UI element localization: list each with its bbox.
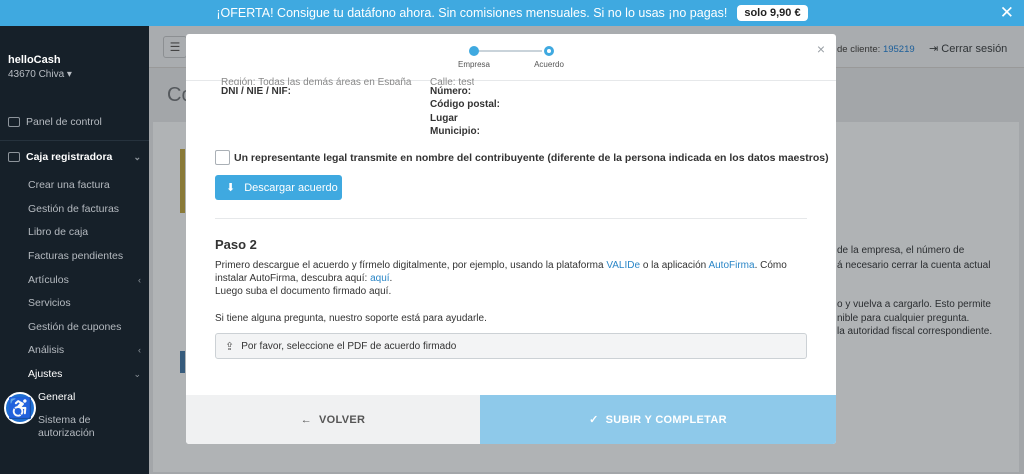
sidebar-item-label: Gestión de cupones xyxy=(28,321,122,333)
sidebar-item-articles[interactable]: Artículos ‹ xyxy=(0,271,149,289)
background-button-accent xyxy=(180,351,185,373)
step-dot-empresa[interactable] xyxy=(469,46,479,56)
background-text: nible para cualquier pregunta. xyxy=(837,313,970,324)
promo-text: ¡OFERTA! Consigue tu datáfono ahora. Sin… xyxy=(216,6,728,20)
location-selector[interactable]: 43670 Chiva ▾ xyxy=(8,69,72,80)
valide-link[interactable]: VALIDe xyxy=(606,260,640,271)
step-label-empresa: Empresa xyxy=(457,60,490,69)
legal-representative-checkbox[interactable] xyxy=(215,150,230,165)
download-icon: ⬇ xyxy=(226,182,236,194)
autofirma-link[interactable]: AutoFirma xyxy=(708,260,754,271)
street-field: Calle: test xyxy=(430,77,475,85)
step2-text: . Cómo xyxy=(754,260,787,271)
place-field: Lugar xyxy=(430,113,458,124)
sidebar-item-cash-register[interactable]: Caja registradora ⌄ xyxy=(0,148,149,166)
cash-register-icon xyxy=(8,152,20,162)
legal-representative-label: Un representante legal transmite en nomb… xyxy=(234,151,829,164)
logout-icon: ⇥ xyxy=(929,43,939,55)
sidebar-item-create-invoice[interactable]: Crear una factura xyxy=(0,176,149,194)
background-notice-accent xyxy=(180,149,185,213)
menu-icon[interactable]: ☰ xyxy=(163,36,187,58)
step2-text: instalar AutoFirma, descubra aquí: xyxy=(215,273,371,284)
stepper-line xyxy=(478,50,542,52)
modal-footer: ← VOLVER ✓ SUBIR Y COMPLETAR xyxy=(186,395,836,444)
sidebar-item-cash-book[interactable]: Libro de caja xyxy=(0,223,149,241)
support-text: Si tiene alguna pregunta, nuestro soport… xyxy=(215,313,487,324)
signed-pdf-file-input[interactable]: ⇪ Por favor, seleccione el PDF de acuerd… xyxy=(215,333,807,359)
stepper: Empresa Acuerdo xyxy=(186,34,836,81)
background-text: de la empresa, el número de xyxy=(837,245,965,256)
arrow-left-icon: ← xyxy=(300,413,313,426)
sidebar-item-coupons[interactable]: Gestión de cupones xyxy=(0,318,149,336)
step2-text: . xyxy=(389,273,393,284)
accessibility-icon[interactable]: ♿ xyxy=(4,392,36,424)
background-text: o y vuelva a cargarlo. Esto permite xyxy=(837,299,991,310)
chevron-left-icon: ‹ xyxy=(138,345,141,355)
dni-field: DNI / NIE / NIF: xyxy=(221,86,291,97)
sidebar-item-label: Gestión de facturas xyxy=(28,203,120,215)
step2-heading: Paso 2 xyxy=(215,237,257,252)
logout-label: Cerrar sesión xyxy=(941,43,1008,55)
submit-button-label: SUBIR Y COMPLETAR xyxy=(605,413,727,426)
back-button[interactable]: ← VOLVER xyxy=(186,395,480,444)
postal-code-field: Código postal: xyxy=(430,99,500,110)
sidebar-item-invoice-management[interactable]: Gestión de facturas xyxy=(0,200,149,218)
sidebar-item-label: Artículos xyxy=(28,274,69,286)
client-label: de cliente: xyxy=(837,44,881,55)
sidebar-divider xyxy=(0,140,149,141)
close-icon[interactable]: ✕ xyxy=(1000,3,1014,23)
sidebar-item-settings[interactable]: Ajustes ⌄ xyxy=(0,365,149,383)
sidebar-item-label: Servicios xyxy=(28,297,71,309)
chevron-down-icon: ⌄ xyxy=(133,368,141,379)
file-input-placeholder: Por favor, seleccione el PDF de acuerdo … xyxy=(241,340,457,352)
sidebar-item-services[interactable]: Servicios xyxy=(0,294,149,312)
sidebar-item-label: Facturas pendientes xyxy=(28,250,124,262)
step2-upload-instruction: Luego suba el documento firmado aquí. xyxy=(215,286,392,297)
number-field: Número: xyxy=(430,86,472,97)
background-text: á necesario cerrar la cuenta actual xyxy=(837,260,991,271)
step2-text: Primero descargue el acuerdo y fírmelo d… xyxy=(215,260,607,271)
chevron-left-icon: ‹ xyxy=(138,275,141,285)
dashboard-icon xyxy=(8,117,20,127)
promo-banner[interactable]: ¡OFERTA! Consigue tu datáfono ahora. Sin… xyxy=(0,0,1024,26)
agreement-modal: Empresa Acuerdo × Región: Todas las demá… xyxy=(186,34,836,444)
background-text: la autoridad fiscal correspondiente. xyxy=(837,326,993,337)
download-agreement-button[interactable]: ⬇ Descargar acuerdo xyxy=(215,175,342,200)
step2-text: o la aplicación xyxy=(640,260,709,271)
modal-content: Región: Todas las demás áreas en España … xyxy=(186,77,836,395)
sidebar-item-pending-invoices[interactable]: Facturas pendientes xyxy=(0,247,149,265)
region-field: Región: Todas las demás áreas en España xyxy=(221,77,412,85)
step2-instructions-line2: instalar AutoFirma, descubra aquí: aquí. xyxy=(215,272,392,285)
promo-price-badge[interactable]: solo 9,90 € xyxy=(737,5,808,21)
install-autofirma-link[interactable]: aquí xyxy=(370,273,389,284)
client-number: de cliente: 195219 xyxy=(837,44,915,55)
sidebar-item-label: Crear una factura xyxy=(28,179,110,191)
upload-icon: ⇪ xyxy=(225,340,235,353)
municipality-field: Municipio: xyxy=(430,126,480,137)
step-label-acuerdo: Acuerdo xyxy=(534,60,564,69)
download-agreement-label: Descargar acuerdo xyxy=(244,181,338,194)
brand-name: helloCash xyxy=(8,54,61,66)
chevron-down-icon: ⌄ xyxy=(133,151,141,162)
sidebar-item-analysis[interactable]: Análisis ‹ xyxy=(0,341,149,359)
check-icon: ✓ xyxy=(589,414,599,426)
sidebar-item-label: Análisis xyxy=(28,344,65,356)
sidebar-item-label: Ajustes xyxy=(28,368,63,380)
section-divider xyxy=(215,218,807,219)
sidebar-item-dashboard[interactable]: Panel de control xyxy=(0,113,149,131)
close-icon[interactable]: × xyxy=(817,41,825,57)
brand[interactable]: helloCash 43670 Chiva ▾ xyxy=(8,54,72,80)
logout-button[interactable]: ⇥ Cerrar sesión xyxy=(929,42,1007,55)
legal-representative-row[interactable]: Un representante legal transmite en nomb… xyxy=(215,150,829,165)
client-number-link[interactable]: 195219 xyxy=(883,44,915,55)
sidebar-item-label: Caja registradora xyxy=(26,151,113,163)
submit-complete-button[interactable]: ✓ SUBIR Y COMPLETAR xyxy=(480,395,836,444)
back-button-label: VOLVER xyxy=(319,413,366,426)
sidebar-item-label: Libro de caja xyxy=(28,226,89,238)
sidebar-item-label: Panel de control xyxy=(26,116,102,128)
step-dot-acuerdo[interactable] xyxy=(544,46,554,56)
step2-instructions: Primero descargue el acuerdo y fírmelo d… xyxy=(215,259,787,272)
